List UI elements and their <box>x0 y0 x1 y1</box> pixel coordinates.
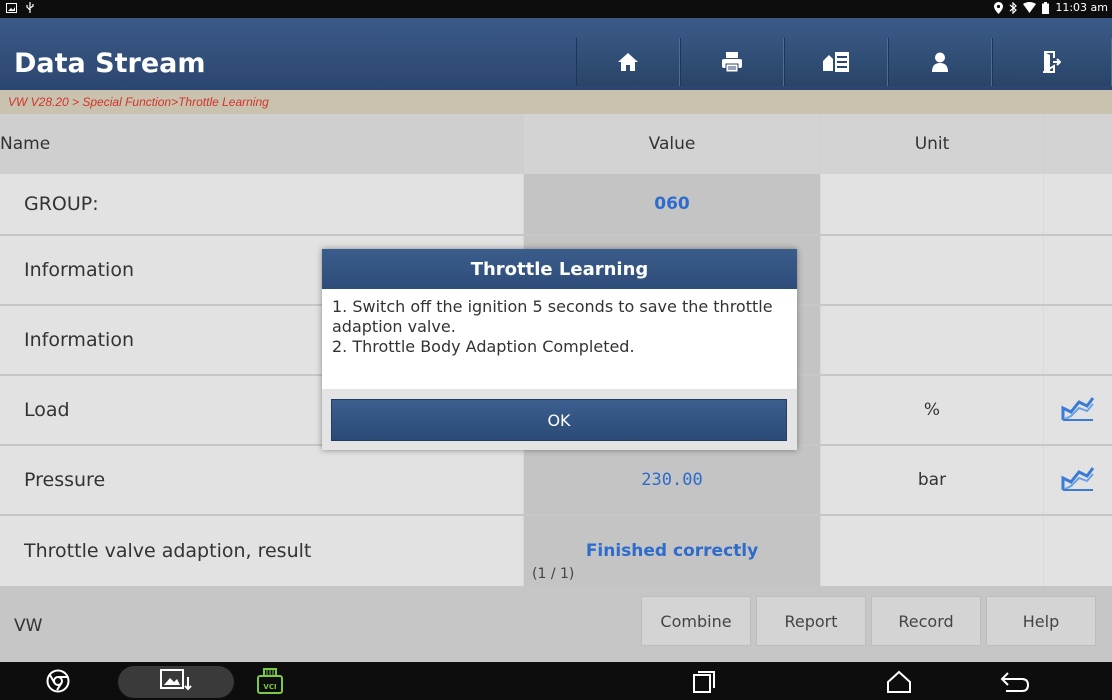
column-header-action <box>1044 114 1112 174</box>
user-button[interactable] <box>888 38 992 86</box>
home-nav-icon[interactable] <box>885 670 913 698</box>
exit-button[interactable] <box>992 38 1112 86</box>
dialog-message: 1. Switch off the ignition 5 seconds to … <box>332 297 787 357</box>
table-header: Name Value Unit <box>0 114 1112 174</box>
row-unit <box>821 236 1043 304</box>
row-name: Throttle valve adaption, result <box>0 516 523 586</box>
breadcrumb: VW V28.20 > Special Function>Throttle Le… <box>0 90 1112 114</box>
print-button[interactable] <box>680 38 784 86</box>
row-value: 060 <box>524 174 820 234</box>
vci-icon[interactable]: VCI <box>256 667 284 699</box>
record-button[interactable]: Record <box>871 596 981 646</box>
back-icon[interactable] <box>1000 670 1030 698</box>
status-time: 11:03 am <box>1055 1 1108 14</box>
row-name: GROUP: <box>0 174 523 234</box>
combine-button[interactable]: Combine <box>641 596 751 646</box>
row-action <box>1044 236 1112 304</box>
bluetooth-icon <box>1009 1 1018 14</box>
row-unit <box>821 174 1043 234</box>
table-row[interactable]: Throttle valve adaption, result Finished… <box>0 516 1112 586</box>
wifi-icon <box>1023 2 1037 13</box>
report-button[interactable] <box>784 38 888 86</box>
throttle-learning-dialog: Throttle Learning 1. Switch off the igni… <box>322 249 797 450</box>
row-action <box>1044 306 1112 374</box>
report-footer-button[interactable]: Report <box>756 596 866 646</box>
row-value: 230.00 <box>524 446 820 514</box>
user-icon <box>931 52 949 72</box>
row-value: Finished correctly (1 / 1) <box>524 516 820 586</box>
graph-button[interactable] <box>1044 376 1112 444</box>
row-unit <box>821 306 1043 374</box>
report-icon <box>821 51 851 73</box>
help-button[interactable]: Help <box>986 596 1096 646</box>
row-action <box>1044 516 1112 586</box>
graph-button[interactable] <box>1044 446 1112 514</box>
app-header: Data Stream <box>0 18 1112 90</box>
page-counter: (1 / 1) <box>532 566 575 582</box>
column-header-unit: Unit <box>821 114 1043 174</box>
ok-button[interactable]: OK <box>331 399 787 441</box>
dialog-line-2: 2. Throttle Body Adaption Completed. <box>332 337 635 356</box>
home-icon <box>617 52 639 72</box>
home-button[interactable] <box>576 38 680 86</box>
row-action <box>1044 174 1112 234</box>
line-graph-icon <box>1061 394 1095 426</box>
dialog-line-1: 1. Switch off the ignition 5 seconds to … <box>332 297 773 336</box>
dialog-footer: OK <box>322 389 797 450</box>
row-name: Pressure <box>0 446 523 514</box>
row-unit: % <box>821 376 1043 444</box>
vehicle-brand: VW <box>14 616 43 636</box>
location-icon <box>994 1 1004 14</box>
status-bar: 11:03 am <box>0 0 1112 18</box>
dialog-title: Throttle Learning <box>322 249 797 289</box>
line-graph-icon <box>1061 464 1095 496</box>
page-title: Data Stream <box>14 48 206 79</box>
row-unit <box>821 516 1043 586</box>
table-row[interactable]: Pressure 230.00 bar <box>0 446 1112 514</box>
row-unit: bar <box>821 446 1043 514</box>
system-nav-bar: VCI <box>0 662 1112 700</box>
exit-icon <box>1043 51 1061 73</box>
vci-label: VCI <box>263 683 276 691</box>
breadcrumb-text: VW V28.20 > Special Function>Throttle Le… <box>8 95 269 109</box>
browser-icon[interactable] <box>46 669 70 697</box>
gallery-icon[interactable] <box>160 669 192 697</box>
row-value-text: Finished correctly <box>585 541 759 561</box>
battery-icon <box>1042 1 1050 14</box>
recent-apps-icon[interactable] <box>692 670 716 698</box>
image-notification-icon <box>6 3 17 13</box>
column-header-name: Name <box>0 134 51 154</box>
usb-icon <box>25 2 35 14</box>
printer-icon <box>721 51 743 73</box>
table-row[interactable]: GROUP: 060 <box>0 174 1112 234</box>
footer-toolbar: VW Combine Report Record Help <box>0 586 1112 662</box>
column-header-value: Value <box>524 114 820 174</box>
